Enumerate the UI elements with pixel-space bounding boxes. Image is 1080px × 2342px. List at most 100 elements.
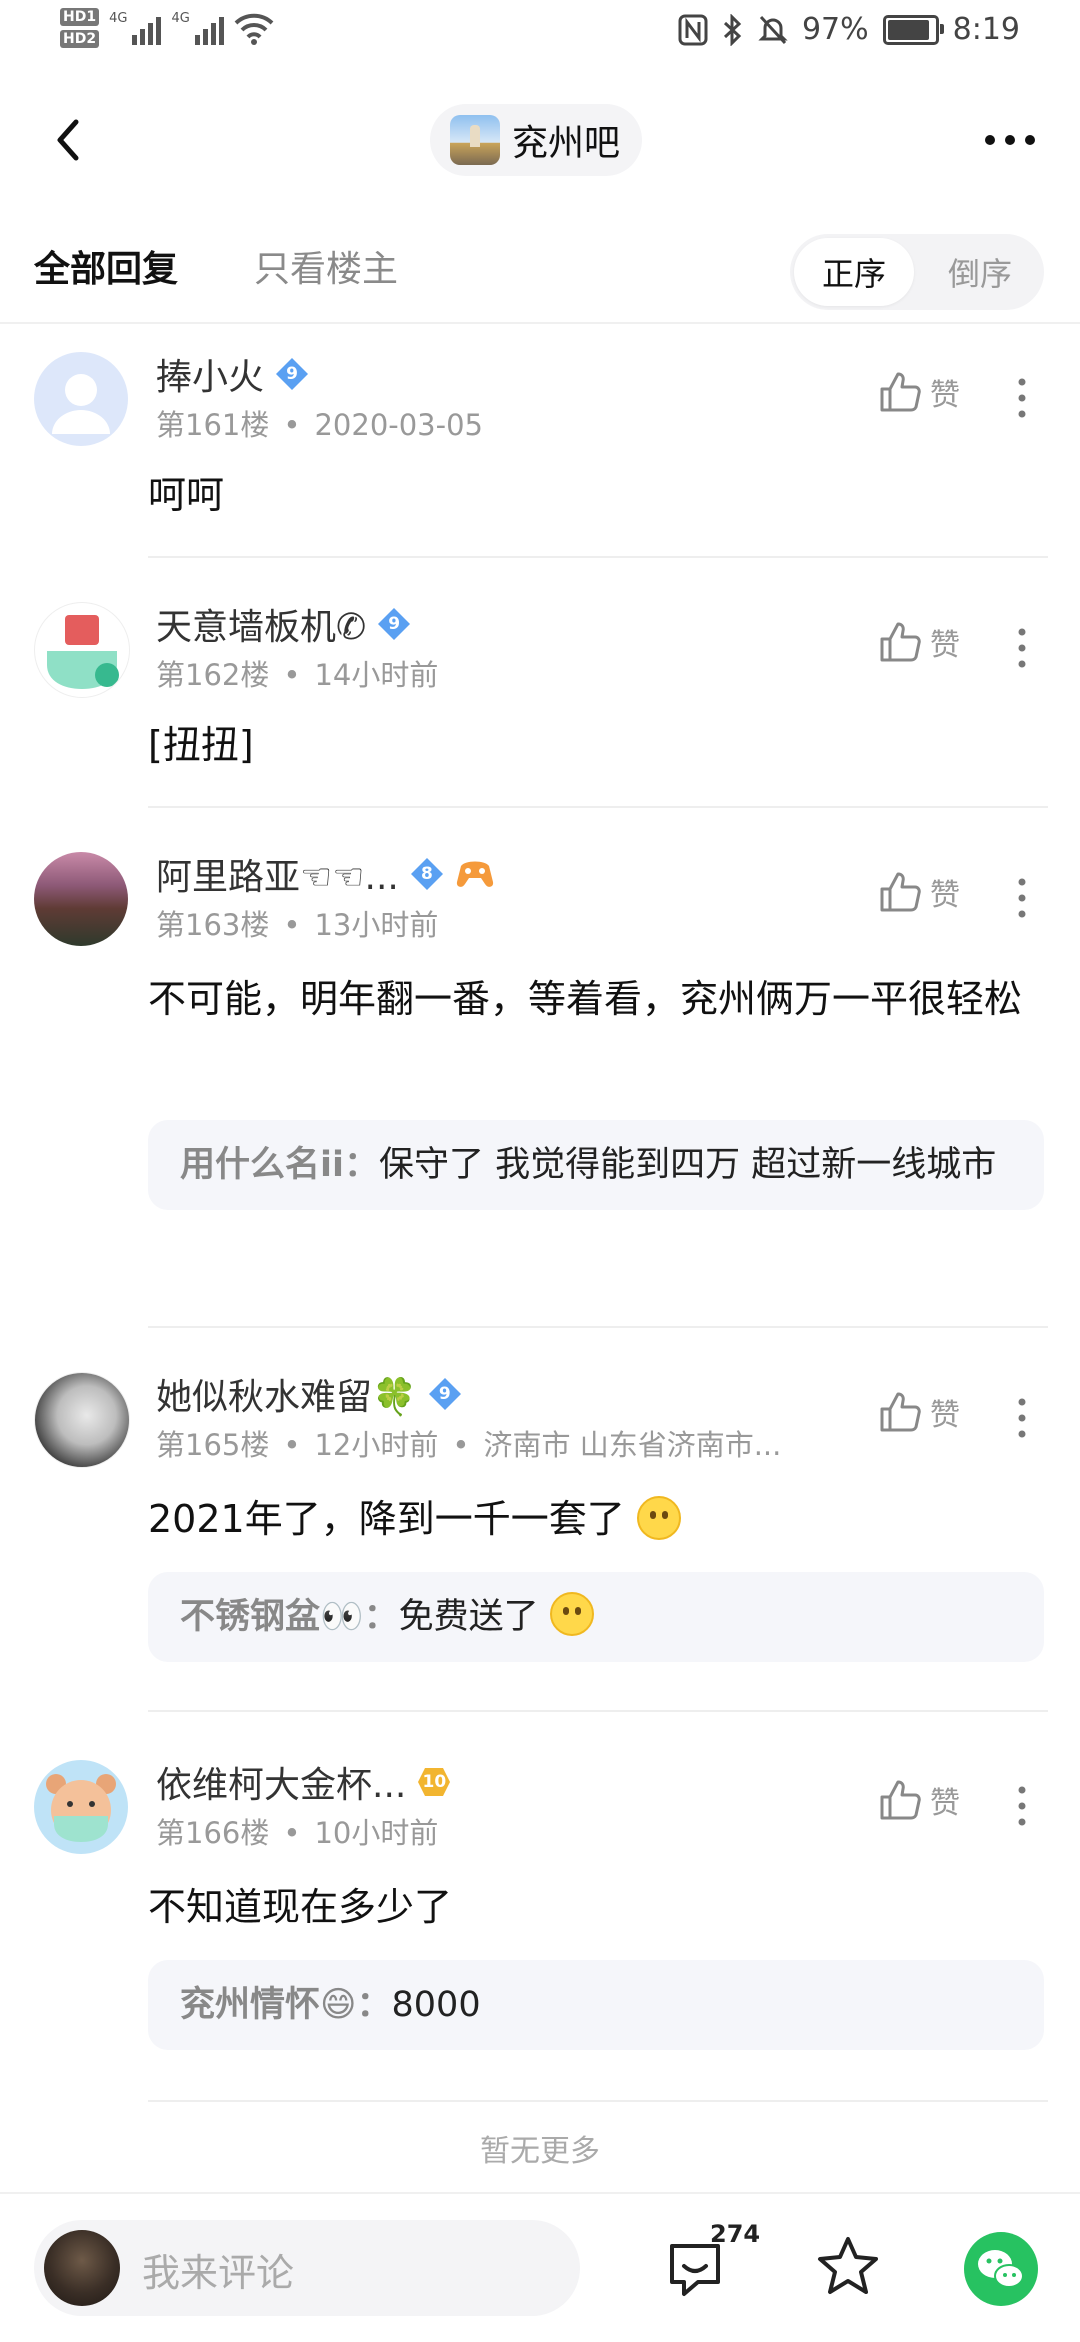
wechat-share-button[interactable] <box>964 2232 1038 2306</box>
smile-emoji-icon <box>636 1496 681 1540</box>
signal-2-icon: 4G <box>171 11 224 45</box>
level-number: 9 <box>286 364 298 384</box>
status-bar: HD1 HD2 4G 4G 97% 8:19 <box>0 0 1080 70</box>
level-badge: 9 <box>427 1376 463 1412</box>
like-button[interactable]: 赞 <box>878 1778 960 1822</box>
no-more-indicator: 暂无更多 <box>480 2134 600 2169</box>
like-label: 赞 <box>930 378 960 413</box>
sub-reply-text: 8000 <box>391 1985 481 2025</box>
reply-count: 274 <box>710 2220 761 2248</box>
sub-reply-user[interactable]: 不锈钢盆👀 <box>180 1597 364 1637</box>
favorite-star-icon[interactable] <box>816 2234 880 2298</box>
username-row: 天意墙板机✆ 9 <box>156 598 412 650</box>
forum-chip[interactable]: 兖州吧 <box>430 104 643 176</box>
comment-placeholder: 我来评论 <box>142 2251 295 2295</box>
like-button[interactable]: 赞 <box>878 870 960 914</box>
back-icon[interactable] <box>40 110 100 170</box>
post-menu-icon[interactable] <box>1012 876 1032 920</box>
level-badge: 9 <box>274 356 310 392</box>
like-label: 赞 <box>930 878 960 913</box>
avatar[interactable] <box>34 1760 128 1854</box>
sub-reply-user[interactable]: 兖州情怀😄 <box>180 1985 357 2025</box>
post-meta: 第165楼 • 12小时前 • 济南市 山东省济南市... <box>156 1428 782 1462</box>
post-menu-icon[interactable] <box>1012 1396 1032 1440</box>
avatar[interactable] <box>34 1372 130 1468</box>
like-label: 赞 <box>930 1398 960 1433</box>
divider <box>148 2100 1048 2102</box>
username[interactable]: 阿里路亚☜☜... <box>156 848 399 900</box>
post-menu-icon[interactable] <box>1012 626 1032 670</box>
avatar[interactable] <box>34 602 130 698</box>
post-meta: 第162楼 • 14小时前 <box>156 658 439 692</box>
divider <box>148 556 1048 558</box>
post-time: 2020-03-05 <box>314 408 484 442</box>
more-options-icon[interactable] <box>980 120 1040 160</box>
sub-reply[interactable]: 不锈钢盆👀：免费送了 <box>148 1572 1044 1662</box>
order-asc-button[interactable]: 正序 <box>794 238 914 306</box>
username-row: 捧小火 9 <box>156 348 310 400</box>
post-menu-icon[interactable] <box>1012 1784 1032 1828</box>
level-badge: 9 <box>376 606 412 642</box>
forum-name: 兖州吧 <box>512 123 621 164</box>
my-avatar <box>44 2230 120 2306</box>
divider <box>148 806 1048 808</box>
avatar[interactable] <box>34 852 128 946</box>
nfc-icon <box>678 14 708 45</box>
status-bar-right: 97% 8:19 <box>678 12 1020 47</box>
laugh-emoji-icon <box>549 1592 594 1636</box>
post-content: 2021年了，降到一千一套了 <box>148 1484 1048 1554</box>
sub-reply[interactable]: 用什么名ii：保守了 我觉得能到四万 超过新一线城市 <box>148 1120 1044 1210</box>
divider <box>148 1710 1048 1712</box>
username[interactable]: 天意墙板机✆ <box>156 598 366 650</box>
battery-fill <box>887 19 929 40</box>
username-row: 她似秋水难留🍀 9 <box>156 1368 463 1420</box>
sub-reply-text: 保守了 我觉得能到四万 超过新一线城市 <box>379 1145 997 1185</box>
post-floor-163: 阿里路亚☜☜... 8 第163楼 • 13小时前 赞 不可能，明年翻一番，等着看，… <box>0 840 1080 1330</box>
like-button[interactable]: 赞 <box>878 620 960 664</box>
avatar[interactable] <box>34 352 128 446</box>
post-menu-icon[interactable] <box>1012 376 1032 420</box>
sort-order-toggle: 正序 倒序 <box>790 234 1044 310</box>
bear-avatar-icon <box>46 1774 116 1842</box>
comment-input[interactable]: 我来评论 <box>34 2220 580 2316</box>
username[interactable]: 捧小火 <box>156 348 264 400</box>
level-badge: 10 <box>416 1764 452 1800</box>
sub-reply-user[interactable]: 用什么名ii <box>180 1145 344 1185</box>
hd-indicators: HD1 HD2 <box>60 8 100 48</box>
level-number: 8 <box>420 864 433 884</box>
post-content: [扭扭] <box>148 723 254 767</box>
sub-reply-text: 免费送了 <box>398 1597 539 1637</box>
thumbs-up-icon <box>880 872 921 912</box>
thumbs-up-icon <box>880 622 921 662</box>
post-meta: 第163楼 • 13小时前 <box>156 908 439 942</box>
tab-all-replies[interactable]: 全部回复 <box>34 240 178 292</box>
bluetooth-icon <box>723 13 742 46</box>
post-floor-161: 捧小火 9 第161楼 • 2020-03-05 赞 呵呵 <box>0 340 1080 560</box>
like-button[interactable]: 赞 <box>878 1390 960 1434</box>
tab-only-op[interactable]: 只看楼主 <box>254 240 398 292</box>
username[interactable]: 依维柯大金杯... <box>156 1756 406 1808</box>
post-location: 济南市 山东省济南市... <box>483 1428 782 1462</box>
post-meta: 第161楼 • 2020-03-05 <box>156 408 484 442</box>
floor-number: 第162楼 <box>156 658 270 692</box>
post-content: 不可能，明年翻一番，等着看，兖州俩万一平很轻松 <box>148 977 1023 1021</box>
status-bar-left: HD1 HD2 4G 4G <box>60 8 274 48</box>
wechat-icon <box>978 2250 1024 2288</box>
post-content: 不知道现在多少了 <box>148 1885 453 1929</box>
signal-1-icon: 4G <box>109 11 162 45</box>
level-number: 10 <box>422 1772 447 1792</box>
masked-avatar-icon <box>47 615 119 689</box>
sub-reply[interactable]: 兖州情怀😄：8000 <box>148 1960 1044 2050</box>
username[interactable]: 她似秋水难留🍀 <box>156 1368 417 1420</box>
like-label: 赞 <box>930 628 960 663</box>
thumbs-up-icon <box>880 1780 921 1820</box>
order-desc-button[interactable]: 倒序 <box>920 238 1040 306</box>
default-avatar-icon <box>52 374 110 434</box>
thumbs-up-icon <box>880 1392 921 1432</box>
like-button[interactable]: 赞 <box>878 370 960 414</box>
post-floor-166: 依维柯大金杯... 10 第166楼 • 10小时前 赞 不知道现在多少了 兖州情怀… <box>0 1748 1080 2128</box>
divider <box>148 1326 1048 1328</box>
battery-icon <box>882 14 944 45</box>
wifi-icon <box>234 13 274 45</box>
level-badge: 8 <box>409 856 445 892</box>
